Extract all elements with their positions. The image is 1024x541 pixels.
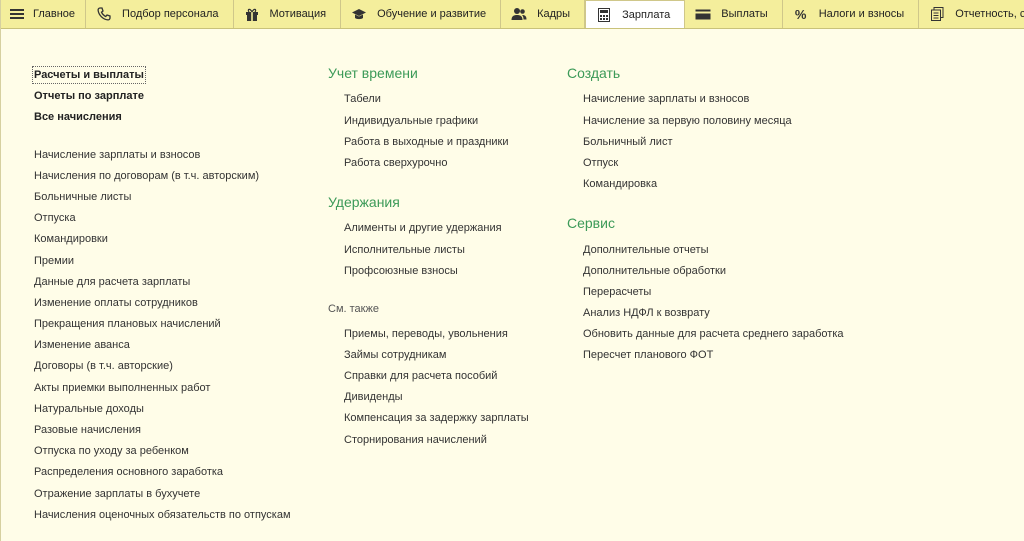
nav-link[interactable]: Компенсация за задержку зарплаты	[344, 411, 529, 425]
nav-link-all-accruals[interactable]: Все начисления	[34, 110, 122, 124]
nav-link[interactable]: Данные для расчета зарплаты	[34, 275, 190, 289]
tab-label: Отчетность, справки	[955, 8, 1024, 20]
tab-label: Кадры	[537, 8, 571, 20]
wallet-icon	[695, 6, 711, 22]
nav-link[interactable]: Перерасчеты	[583, 285, 651, 299]
nav-link[interactable]: Займы сотрудникам	[344, 348, 446, 362]
tab-main[interactable]: Главное	[1, 0, 87, 28]
tab-label: Выплаты	[721, 8, 768, 20]
nav-link-salary-reports[interactable]: Отчеты по зарплате	[34, 89, 144, 103]
nav-link[interactable]: Сторнирования начислений	[344, 433, 487, 447]
nav-link[interactable]: Изменение оплаты сотрудников	[34, 296, 198, 310]
tab-training[interactable]: Обучение и развитие	[341, 0, 502, 28]
nav-link[interactable]: Обновить данные для расчета среднего зар…	[583, 327, 844, 341]
users-icon	[511, 6, 527, 22]
tab-label: Обучение и развитие	[377, 8, 487, 20]
nav-link[interactable]: Приемы, переводы, увольнения	[344, 327, 508, 341]
nav-link[interactable]: Начисления оценочных обязательств по отп…	[34, 508, 291, 522]
nav-link[interactable]: Договоры (в т.ч. авторские)	[34, 359, 173, 373]
tab-label: Подбор персонала	[122, 8, 219, 20]
documents-icon	[929, 6, 945, 22]
nav-link[interactable]: Пересчет планового ФОТ	[583, 348, 713, 362]
nav-link[interactable]: Анализ НДФЛ к возврату	[583, 306, 710, 320]
nav-link[interactable]: Работа сверхурочно	[344, 156, 447, 170]
nav-link[interactable]: Профсоюзные взносы	[344, 264, 458, 278]
menu-icon[interactable]	[9, 6, 25, 22]
calculator-icon	[596, 7, 612, 23]
gift-icon	[244, 6, 260, 22]
group-title-create: Создать	[567, 65, 621, 81]
nav-link[interactable]: Акты приемки выполненных работ	[34, 381, 210, 395]
tab-recruitment[interactable]: Подбор персонала	[86, 0, 234, 28]
tab-label: Мотивация	[269, 8, 327, 20]
group-title-time-tracking: Учет времени	[328, 65, 418, 81]
tab-personnel[interactable]: Кадры	[501, 0, 586, 28]
nav-link[interactable]: Натуральные доходы	[34, 402, 144, 416]
nav-link[interactable]: Распределения основного заработка	[34, 465, 223, 479]
nav-link[interactable]: Начисление зарплаты и взносов	[583, 92, 749, 106]
nav-link[interactable]: Прекращения плановых начислений	[34, 317, 221, 331]
nav-link[interactable]: Начисление зарплаты и взносов	[34, 148, 200, 162]
nav-link[interactable]: Изменение аванса	[34, 338, 130, 352]
nav-link[interactable]: Алименты и другие удержания	[344, 221, 502, 235]
nav-link[interactable]: Табели	[344, 92, 381, 106]
nav-link[interactable]: Больничный лист	[583, 135, 672, 149]
nav-link[interactable]: Исполнительные листы	[344, 243, 465, 257]
nav-link[interactable]: Отражение зарплаты в бухучете	[34, 487, 200, 501]
nav-link[interactable]: Справки для расчета пособий	[344, 369, 497, 383]
nav-link[interactable]: Отпуск	[583, 156, 618, 170]
sections-panel: Главное Подбор персонала Мотивация Обуче…	[1, 0, 1024, 29]
group-title-see-also: См. также	[328, 303, 379, 315]
group-title-deductions: Удержания	[328, 194, 400, 210]
nav-link[interactable]: Индивидуальные графики	[344, 114, 478, 128]
nav-link[interactable]: Командировка	[583, 177, 657, 191]
nav-link[interactable]: Отпуска по уходу за ребенком	[34, 444, 189, 458]
nav-link[interactable]: Дополнительные отчеты	[583, 243, 708, 257]
nav-link[interactable]: Больничные листы	[34, 190, 131, 204]
nav-link-calculations-payments[interactable]: Расчеты и выплаты	[32, 66, 146, 84]
tab-label: Главное	[33, 8, 76, 20]
tab-payments[interactable]: Выплаты	[685, 0, 783, 28]
nav-link[interactable]: Отпуска	[34, 211, 76, 225]
nav-link[interactable]: Премии	[34, 254, 74, 268]
nav-link[interactable]: Начисления по договорам (в т.ч. авторски…	[34, 169, 259, 183]
tab-taxes[interactable]: % Налоги и взносы	[783, 0, 920, 28]
graduation-cap-icon	[351, 6, 367, 22]
nav-link[interactable]: Дивиденды	[344, 390, 403, 404]
group-title-service: Сервис	[567, 215, 615, 231]
nav-link[interactable]: Дополнительные обработки	[583, 264, 726, 278]
tab-label: Зарплата	[622, 9, 671, 21]
app-window: Главное Подбор персонала Мотивация Обуче…	[0, 0, 1024, 541]
tab-salary[interactable]: Зарплата	[585, 0, 686, 28]
percent-icon: %	[794, 6, 807, 22]
tab-label: Налоги и взносы	[818, 8, 905, 20]
nav-link[interactable]: Работа в выходные и праздники	[344, 135, 509, 149]
phone-icon	[96, 6, 112, 22]
nav-link[interactable]: Разовые начисления	[34, 423, 141, 437]
tab-reports[interactable]: Отчетность, справки	[919, 0, 1024, 28]
nav-link[interactable]: Начисление за первую половину месяца	[583, 114, 792, 128]
tab-motivation[interactable]: Мотивация	[234, 0, 342, 28]
nav-link[interactable]: Командировки	[34, 232, 108, 246]
